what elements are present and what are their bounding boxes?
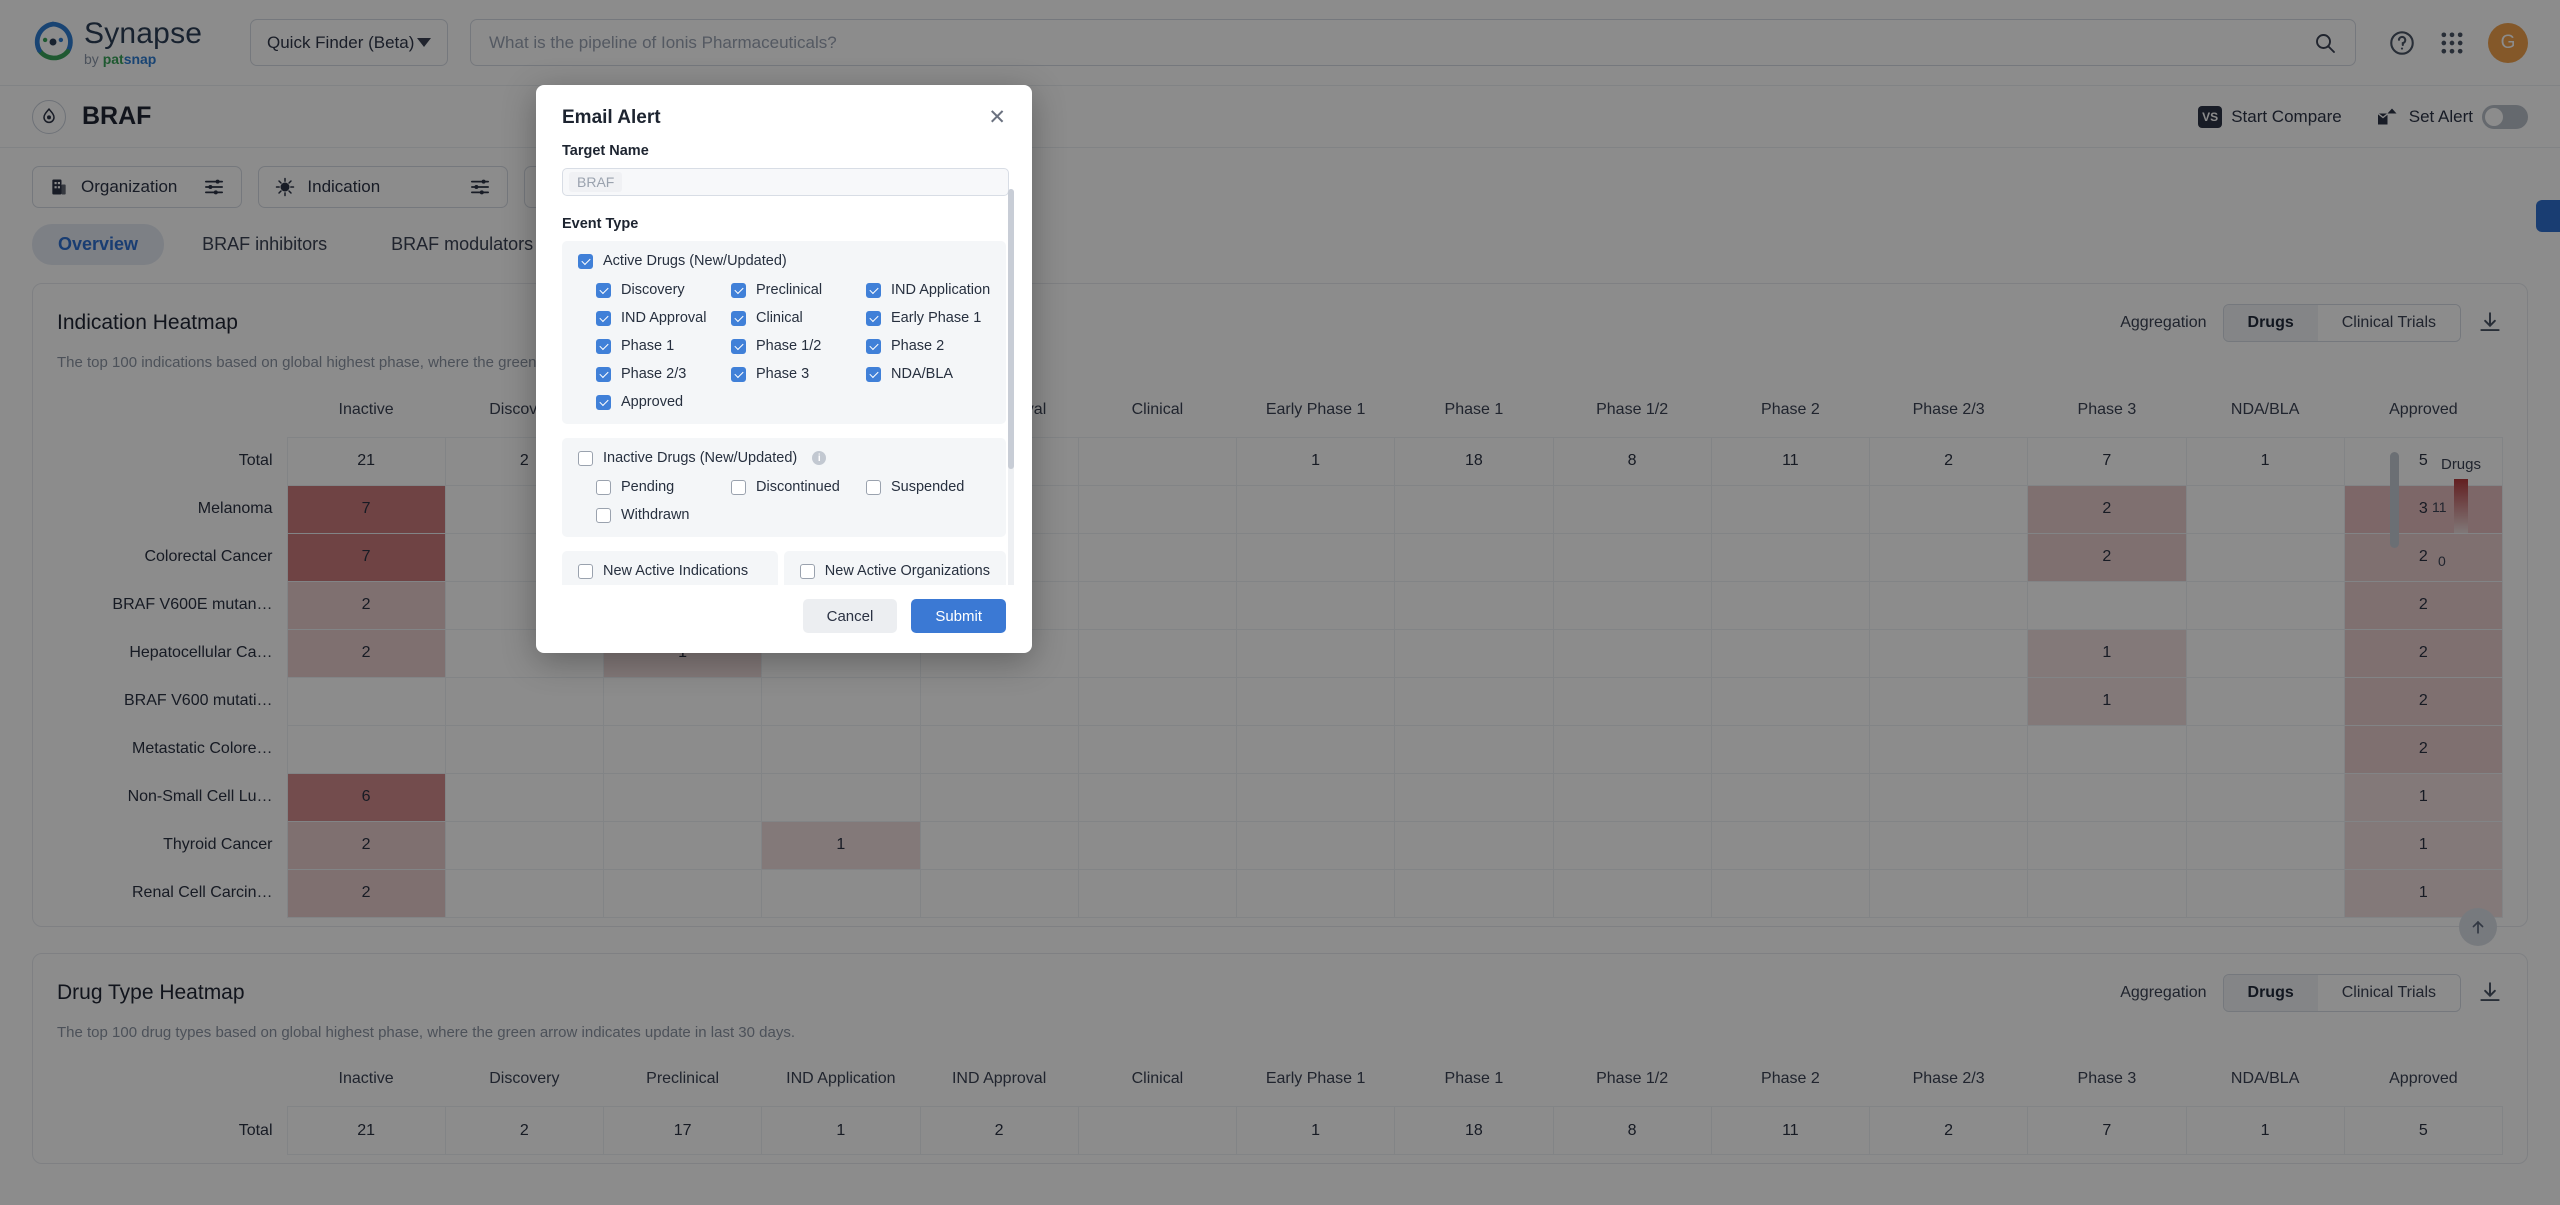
checkbox-label: Preclinical xyxy=(756,282,823,298)
checkbox-indicator[interactable] xyxy=(731,310,746,326)
group-inactive-drugs-children: Pending Discontinued Suspended Withdrawn xyxy=(578,479,990,523)
event-type-label: Event Type xyxy=(562,216,639,232)
checkbox-indicator[interactable] xyxy=(866,310,881,326)
checkbox-indicator[interactable] xyxy=(578,450,593,466)
checkbox-label: Suspended xyxy=(891,479,965,495)
checkbox-phase-3[interactable]: Phase 3 xyxy=(731,366,866,382)
checkbox-preclinical[interactable]: Preclinical xyxy=(731,282,866,298)
checkbox-label: Phase 3 xyxy=(756,366,810,382)
checkbox-label: Phase 1 xyxy=(621,338,675,354)
info-icon[interactable]: i xyxy=(812,451,827,465)
checkbox-indicator[interactable] xyxy=(596,479,611,495)
checkbox-label: Active Drugs (New/Updated) xyxy=(603,253,787,269)
checkbox-suspended[interactable]: Suspended xyxy=(866,479,990,495)
checkbox-indicator[interactable] xyxy=(578,563,593,579)
close-icon[interactable]: ✕ xyxy=(988,107,1006,128)
checkbox-early-phase-1[interactable]: Early Phase 1 xyxy=(866,310,990,326)
checkbox-clinical[interactable]: Clinical xyxy=(731,310,866,326)
checkbox-active-drugs[interactable]: Active Drugs (New/Updated) xyxy=(578,253,990,269)
checkbox-indicator[interactable] xyxy=(578,253,593,269)
checkbox-label: New Active Organizations xyxy=(824,563,990,579)
checkbox-phase-1[interactable]: Phase 1 xyxy=(596,338,731,354)
target-name-tag: BRAF xyxy=(569,172,623,192)
checkbox-indicator[interactable] xyxy=(596,338,611,354)
dialog-body: Target Name BRAF Event Type Active Drugs… xyxy=(536,137,1032,585)
checkbox-indicator[interactable] xyxy=(596,310,611,326)
checkbox-label: Pending xyxy=(621,479,675,495)
checkbox-label: Clinical xyxy=(756,310,803,326)
dialog-footer: Cancel Submit xyxy=(536,585,1032,653)
checkbox-discovery[interactable]: Discovery xyxy=(596,282,731,298)
checkbox-nda-bla[interactable]: NDA/BLA xyxy=(866,366,990,382)
app-root: Synapse by patsnap Quick Finder (Beta) W… xyxy=(0,0,2560,1205)
checkbox-label: Phase 1/2 xyxy=(756,338,822,354)
checkbox-label: Early Phase 1 xyxy=(891,310,982,326)
checkbox-label: Discovery xyxy=(621,282,685,298)
checkbox-label: Phase 2/3 xyxy=(621,366,687,382)
checkbox-phase-1-2[interactable]: Phase 1/2 xyxy=(731,338,866,354)
checkbox-indicator[interactable] xyxy=(866,366,881,382)
dialog-scroll-thumb[interactable] xyxy=(1008,189,1014,469)
checkbox-new-active-organizations[interactable]: New Active Organizations xyxy=(799,563,990,579)
checkbox-label: Withdrawn xyxy=(621,507,690,523)
checkbox-label: New Active Indications xyxy=(603,563,749,579)
checkbox-label: Phase 2 xyxy=(891,338,945,354)
checkbox-label: IND Application xyxy=(891,282,991,298)
checkbox-label: Approved xyxy=(621,394,684,410)
checkbox-indicator[interactable] xyxy=(596,507,611,523)
checkbox-indicator[interactable] xyxy=(596,394,611,410)
standalone-options-row: New Active Indications New Active Organiz… xyxy=(562,551,1006,585)
group-inactive-drugs: Inactive Drugs (New/Updated) i Pending Disc… xyxy=(562,438,1006,537)
event-type-groups: Active Drugs (New/Updated) Discovery Precl… xyxy=(562,241,1006,585)
checkbox-indicator[interactable] xyxy=(866,479,881,495)
checkbox-ind-application[interactable]: IND Application xyxy=(866,282,990,298)
target-name-input[interactable]: BRAF xyxy=(562,168,1009,196)
checkbox-indicator[interactable] xyxy=(731,366,746,382)
checkbox-indicator[interactable] xyxy=(731,282,746,298)
checkbox-label: Inactive Drugs (New/Updated) xyxy=(603,450,798,466)
submit-button[interactable]: Submit xyxy=(911,599,1006,633)
checkbox-indicator[interactable] xyxy=(596,366,611,382)
checkbox-phase-2[interactable]: Phase 2 xyxy=(866,338,990,354)
cancel-button[interactable]: Cancel xyxy=(802,599,898,633)
group-active-drugs-children: Discovery Preclinical IND Application IND A… xyxy=(578,282,990,410)
group-new-active-indications: New Active Indications xyxy=(562,551,778,585)
checkbox-indicator[interactable] xyxy=(731,479,746,495)
checkbox-approved[interactable]: Approved xyxy=(596,394,731,410)
checkbox-label: IND Approval xyxy=(621,310,707,326)
checkbox-discontinued[interactable]: Discontinued xyxy=(731,479,866,495)
checkbox-indicator[interactable] xyxy=(866,338,881,354)
checkbox-pending[interactable]: Pending xyxy=(596,479,731,495)
checkbox-withdrawn[interactable]: Withdrawn xyxy=(596,507,731,523)
checkbox-new-active-indications[interactable]: New Active Indications xyxy=(578,563,762,579)
checkbox-indicator[interactable] xyxy=(799,563,815,579)
checkbox-label: Discontinued xyxy=(756,479,840,495)
dialog-title: Email Alert xyxy=(562,107,661,128)
modal-overlay[interactable] xyxy=(0,0,2560,1205)
group-active-drugs: Active Drugs (New/Updated) Discovery Precl… xyxy=(562,241,1006,424)
target-name-label: Target Name xyxy=(562,143,649,159)
checkbox-inactive-drugs[interactable]: Inactive Drugs (New/Updated) i xyxy=(578,450,990,466)
checkbox-label: NDA/BLA xyxy=(891,366,954,382)
checkbox-ind-approval[interactable]: IND Approval xyxy=(596,310,731,326)
checkbox-phase-2-3[interactable]: Phase 2/3 xyxy=(596,366,731,382)
email-alert-dialog: Email Alert ✕ Target Name BRAF Event Typ… xyxy=(536,85,1032,653)
checkbox-indicator[interactable] xyxy=(596,282,611,298)
checkbox-indicator[interactable] xyxy=(731,338,746,354)
group-new-active-organizations: New Active Organizations xyxy=(783,551,1006,585)
dialog-header: Email Alert ✕ xyxy=(536,85,1032,137)
checkbox-indicator[interactable] xyxy=(866,282,881,298)
